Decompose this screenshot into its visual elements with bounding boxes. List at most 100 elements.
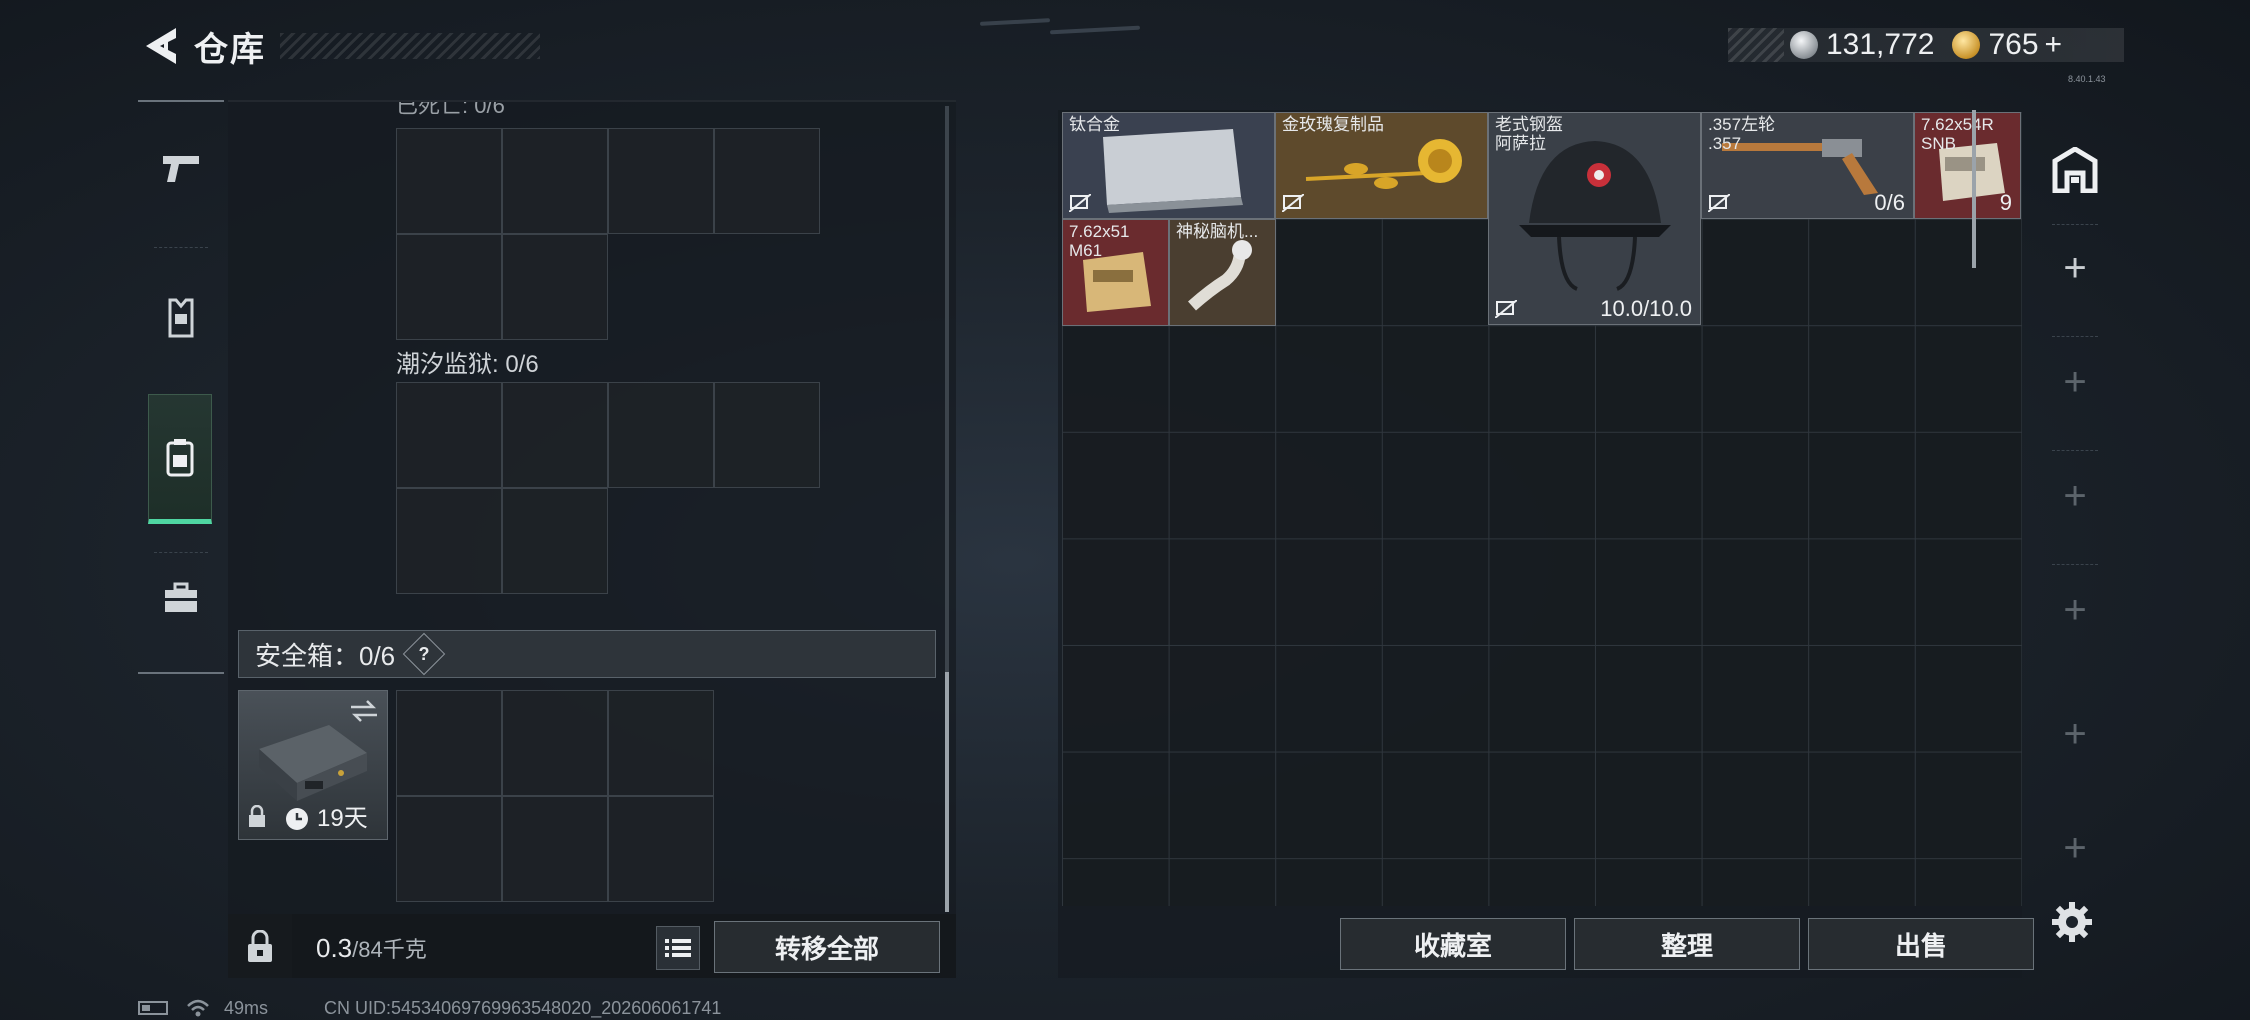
grid-slot[interactable] — [608, 128, 714, 234]
silver-amount: 131,772 — [1826, 28, 1935, 61]
no-share-icon — [1282, 194, 1304, 212]
gold-amount: 765 — [1988, 28, 2039, 61]
swap-icon[interactable] — [349, 699, 379, 723]
battery-icon — [138, 1001, 168, 1015]
nav-separator — [154, 247, 208, 248]
grid-slot[interactable] — [714, 128, 820, 234]
ping-value: 49ms — [224, 997, 269, 1018]
weight-lock-button[interactable] — [228, 914, 292, 978]
grid-slot[interactable] — [396, 796, 502, 902]
category-nav — [138, 100, 224, 674]
grid-slot[interactable] — [396, 690, 502, 796]
item-name: 老式钢盔 阿萨拉 — [1495, 115, 1563, 153]
grid-slot[interactable] — [502, 796, 608, 902]
item-name: 7.62x51 M61 — [1069, 222, 1130, 260]
tab-separator — [2052, 564, 2098, 565]
plus-icon: + — [2063, 825, 2087, 870]
safe-box-item[interactable]: 19天 — [238, 690, 388, 840]
grid-slot[interactable] — [714, 382, 820, 488]
collection-room-button[interactable]: 收藏室 — [1340, 918, 1566, 970]
grid-slot[interactable] — [502, 382, 608, 488]
safe-box-label: 安全箱：0/6 — [255, 640, 396, 671]
grid-slot[interactable] — [396, 382, 502, 488]
transfer-all-button[interactable]: 转移全部 — [714, 921, 940, 973]
item-name: .357左轮 .357 — [1708, 115, 1776, 153]
stash-scroll-thumb[interactable] — [1972, 110, 1976, 268]
pistol-icon — [163, 156, 199, 182]
stash-tabs: + + + + — [2038, 120, 2112, 700]
tab-separator — [2052, 336, 2098, 337]
clock-icon — [286, 808, 308, 830]
no-share-icon — [1069, 194, 1091, 212]
gear-icon — [2052, 902, 2092, 942]
stash-tab-locked[interactable]: + — [2038, 812, 2112, 884]
equipment-panel: 已死亡: 0/6 潮汐监狱: 0/6 安全箱：0/6 ? 19天 0.3/84千… — [228, 100, 956, 978]
grid-slot[interactable] — [396, 128, 502, 234]
item-durability: 10.0/10.0 — [1600, 296, 1692, 321]
plus-icon: + — [2063, 245, 2087, 290]
grid-slot[interactable] — [608, 382, 714, 488]
weight-value: 0.3 — [316, 933, 353, 963]
panel-scroll-thumb[interactable] — [945, 672, 949, 912]
plus-icon: + — [2063, 711, 2087, 756]
item-name: 钛合金 — [1069, 115, 1120, 134]
item-stack-count: 9 — [1999, 190, 2012, 215]
no-share-icon — [1708, 194, 1730, 212]
add-currency-button[interactable]: + — [2045, 28, 2063, 62]
stash-item-ammo-762x54r[interactable]: 7.62x54R SNB 9 — [1914, 112, 2021, 219]
back-button[interactable] — [138, 24, 182, 68]
nav-toolbox[interactable] — [138, 552, 224, 644]
stash-tab-main[interactable] — [2038, 120, 2112, 220]
no-share-icon — [1495, 300, 1517, 318]
stash-tab-locked[interactable]: + — [2038, 698, 2112, 770]
lock-icon — [249, 805, 265, 827]
list-view-button[interactable] — [656, 926, 700, 970]
settings-button[interactable] — [2050, 900, 2094, 944]
stash-item-gold-rose[interactable]: 金玫瑰复制品 — [1275, 112, 1488, 219]
grid-slot[interactable] — [502, 234, 608, 340]
toolbox-icon — [165, 582, 197, 612]
nav-weapons[interactable] — [138, 122, 224, 214]
stash-tab-add[interactable]: + — [2038, 232, 2112, 304]
stash-building-icon — [2052, 147, 2098, 193]
background-streak — [979, 18, 1051, 26]
grid-slot[interactable] — [608, 796, 714, 902]
plus-icon: + — [2063, 473, 2087, 518]
stash-tab-locked[interactable]: + — [2038, 346, 2112, 418]
nav-backpack[interactable] — [148, 394, 212, 524]
stash-tab-locked[interactable]: + — [2038, 460, 2112, 532]
background-streak — [1049, 25, 1141, 35]
grid-slot[interactable] — [396, 234, 502, 340]
tab-separator — [2052, 450, 2098, 451]
safe-box-duration: 19天 — [317, 805, 368, 832]
stash-grid: 钛合金 金玫瑰复制品 老式钢盔 阿萨拉 10.0/10.0 .357左轮 .35… — [1062, 112, 2022, 906]
help-icon: ? — [418, 643, 430, 664]
grid-slot[interactable] — [608, 690, 714, 796]
plus-icon: + — [2063, 587, 2087, 632]
help-button[interactable]: ? — [402, 632, 446, 676]
stash-item-brain-chip[interactable]: 神秘脑机... — [1169, 219, 1276, 326]
wifi-icon — [187, 999, 209, 1017]
nav-armor[interactable] — [138, 272, 224, 364]
title-decoration — [280, 33, 540, 59]
status-bar: 49ms CN UID:54534069769963548020_2026060… — [138, 996, 721, 1020]
stash-tab-locked[interactable]: + — [2038, 574, 2112, 646]
safe-box-header: 安全箱：0/6 ? — [238, 630, 936, 678]
stash-item-ammo-762x51[interactable]: 7.62x51 M61 — [1062, 219, 1169, 326]
stash-item-revolver[interactable]: .357左轮 .357 0/6 — [1701, 112, 1914, 219]
list-icon — [665, 939, 691, 957]
item-name: 金玫瑰复制品 — [1282, 115, 1384, 134]
section-label: 潮汐监狱: 0/6 — [396, 351, 539, 378]
grid-slot[interactable] — [502, 488, 608, 594]
grid-slot[interactable] — [502, 690, 608, 796]
grid-slot[interactable] — [502, 128, 608, 234]
sort-button[interactable]: 整理 — [1574, 918, 1800, 970]
grid-slot[interactable] — [396, 488, 502, 594]
stash-item-helmet[interactable]: 老式钢盔 阿萨拉 10.0/10.0 — [1488, 112, 1701, 325]
tab-separator — [2052, 224, 2098, 225]
version-text: 8.40.1.43 — [2068, 74, 2106, 84]
plus-icon: + — [2063, 359, 2087, 404]
currency-decoration — [1728, 28, 1784, 62]
sell-button[interactable]: 出售 — [1808, 918, 2034, 970]
stash-item-titanium[interactable]: 钛合金 — [1062, 112, 1275, 219]
